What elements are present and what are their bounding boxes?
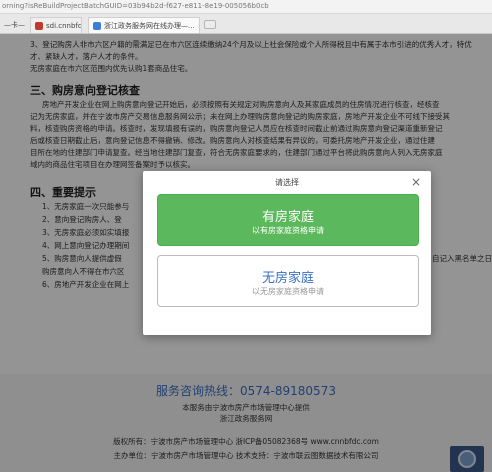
no-home-household-button[interactable]: 无房家庭 以无房家庭资格申请 xyxy=(157,255,419,307)
browser-tab-1[interactable]: —卡— xyxy=(0,17,30,33)
tab-label: —卡— xyxy=(4,21,25,29)
homeowner-household-button[interactable]: 有房家庭 以有房家庭资格申请 xyxy=(157,194,419,246)
dialog-title: 请选择 xyxy=(275,178,299,187)
site-favicon-icon xyxy=(35,21,43,30)
option-title: 有房家庭 xyxy=(261,210,314,225)
address-bar[interactable]: orning?isReBuildProjectBatchGUID=03b94b2… xyxy=(0,0,492,14)
new-tab-button[interactable] xyxy=(204,20,216,29)
tab-bar: —卡— sdi.cnnbfdc.com 浙江政务服务网在线办理—... × xyxy=(0,14,492,34)
browser-tab-3[interactable]: 浙江政务服务网在线办理—... × xyxy=(88,17,200,33)
tab-label: 浙江政务服务网在线办理—... xyxy=(104,21,195,30)
tab-label: sdi.cnnbfdc.com xyxy=(46,21,82,30)
browser-tab-2[interactable]: sdi.cnnbfdc.com xyxy=(30,17,82,33)
option-subtitle: 以无房家庭资格申请 xyxy=(252,287,324,296)
option-title: 无房家庭 xyxy=(261,271,314,286)
household-type-dialog: 请选择 × 有房家庭 以有房家庭资格申请 无房家庭 以无房家庭资格申请 xyxy=(143,171,431,335)
site-favicon-icon xyxy=(93,21,101,30)
close-tab-icon[interactable]: × xyxy=(198,22,199,30)
url-text: orning?isReBuildProjectBatchGUID=03b94b2… xyxy=(2,2,269,10)
close-icon[interactable]: × xyxy=(411,175,421,189)
option-subtitle: 以有房家庭资格申请 xyxy=(252,226,324,235)
